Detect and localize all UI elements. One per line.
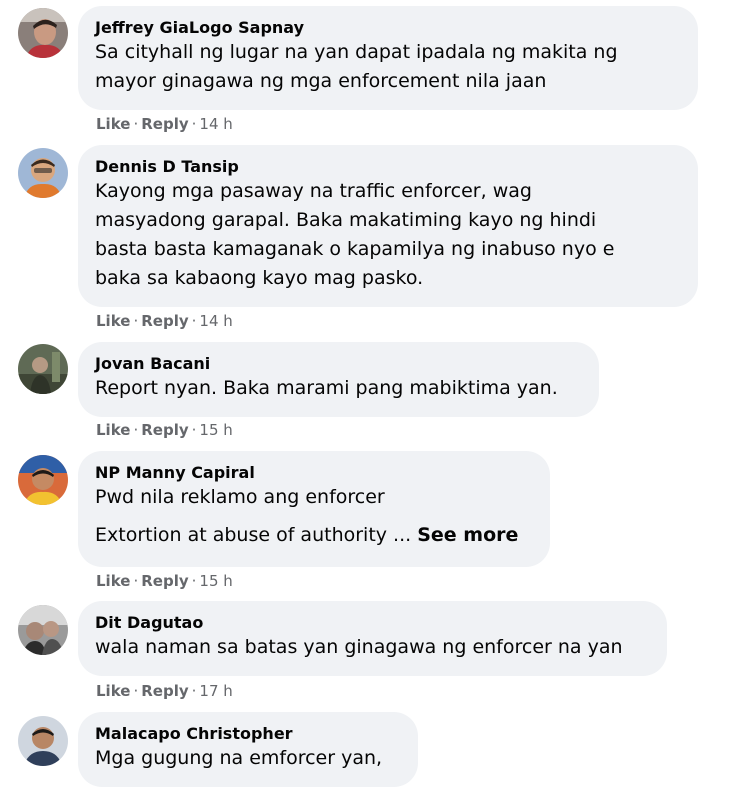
comment-bubble: Jovan Bacani Report nyan. Baka marami pa… [78, 342, 599, 417]
like-button[interactable]: Like [96, 312, 130, 330]
comment-timestamp[interactable]: 14 h [199, 312, 232, 330]
separator: · [133, 421, 139, 439]
see-more-link[interactable]: See more [417, 524, 518, 546]
comment-bubble: Malacapo Christopher Mga gugung na emfor… [78, 712, 418, 787]
comment-bubble: Dit Dagutao wala naman sa batas yan gina… [78, 601, 667, 676]
comment-actions: Like · Reply · 14 h [96, 311, 233, 331]
avatar[interactable] [18, 455, 68, 505]
comment-actions: Like · Reply · 15 h [96, 420, 233, 440]
separator: · [133, 312, 139, 330]
separator: · [191, 312, 197, 330]
comment-timestamp[interactable]: 14 h [199, 115, 232, 133]
separator: · [191, 682, 197, 700]
comment-text-truncated: Extortion at abuse of authority ... [95, 524, 412, 546]
separator: · [191, 572, 197, 590]
reply-button[interactable]: Reply [141, 682, 188, 700]
comment-author[interactable]: Malacapo Christopher [95, 723, 401, 744]
separator: · [191, 115, 197, 133]
separator: · [133, 572, 139, 590]
reply-button[interactable]: Reply [141, 572, 188, 590]
comment-text-line: baka sa kabaong kayo mag pasko. [95, 267, 424, 289]
comment-author[interactable]: NP Manny Capiral [95, 462, 533, 483]
like-button[interactable]: Like [96, 421, 130, 439]
avatar[interactable] [18, 8, 68, 58]
avatar[interactable] [18, 148, 68, 198]
comment-author[interactable]: Jeffrey GiaLogo Sapnay [95, 17, 681, 38]
reply-button[interactable]: Reply [141, 421, 188, 439]
separator: · [133, 682, 139, 700]
comment-actions: Like · Reply · 14 h [96, 114, 233, 134]
comment-timestamp[interactable]: 15 h [199, 572, 232, 590]
reply-button[interactable]: Reply [141, 115, 188, 133]
comment-text-line: Pwd nila reklamo ang enforcer [95, 486, 385, 508]
like-button[interactable]: Like [96, 682, 130, 700]
comment-text-line: Extortion at abuse of authority ... See … [95, 521, 533, 550]
like-button[interactable]: Like [96, 115, 130, 133]
avatar[interactable] [18, 716, 68, 766]
comment-actions: Like · Reply · 15 h [96, 571, 233, 591]
reply-button[interactable]: Reply [141, 312, 188, 330]
like-button[interactable]: Like [96, 572, 130, 590]
comment-timestamp[interactable]: 17 h [199, 682, 232, 700]
comment-text-line: Mga gugung na emforcer yan, [95, 747, 383, 769]
comment-text-line: masyadong garapal. Baka makatiming kayo … [95, 209, 597, 231]
comment-text-line: Kayong mga pasaway na traffic enforcer, … [95, 180, 532, 202]
comment-bubble: Dennis D Tansip Kayong mga pasaway na tr… [78, 145, 698, 307]
avatar[interactable] [18, 605, 68, 655]
comment-actions: Like · Reply · 17 h [96, 681, 233, 701]
comment-author[interactable]: Jovan Bacani [95, 353, 582, 374]
comment-text-line: Report nyan. Baka marami pang mabiktima … [95, 377, 558, 399]
comment-text-line: basta basta kamaganak o kapamilya ng ina… [95, 238, 615, 260]
comment-bubble: NP Manny Capiral Pwd nila reklamo ang en… [78, 451, 550, 567]
separator: · [191, 421, 197, 439]
comment-timestamp[interactable]: 15 h [199, 421, 232, 439]
avatar[interactable] [18, 344, 68, 394]
comment-author[interactable]: Dit Dagutao [95, 612, 650, 633]
comment-text-line: Sa cityhall ng lugar na yan dapat ipadal… [95, 41, 618, 63]
comment-text-line: mayor ginagawa ng mga enforcement nila j… [95, 70, 547, 92]
comment-text-line: wala naman sa batas yan ginagawa ng enfo… [95, 636, 623, 658]
separator: · [133, 115, 139, 133]
comment-author[interactable]: Dennis D Tansip [95, 156, 681, 177]
comment-bubble: Jeffrey GiaLogo Sapnay Sa cityhall ng lu… [78, 6, 698, 110]
